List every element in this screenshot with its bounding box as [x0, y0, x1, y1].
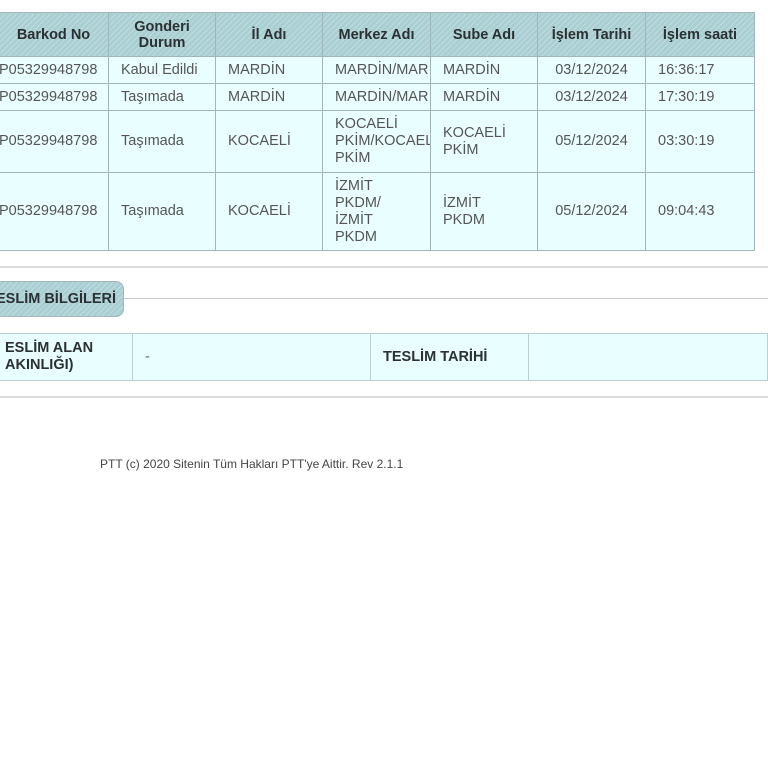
il-cell: KOCAELİ: [215, 172, 323, 251]
merkez-cell: MARDİN/MAR: [322, 83, 431, 111]
tarih-cell: 03/12/2024: [537, 83, 646, 111]
durum-cell: Taşımada: [108, 172, 216, 251]
tarih-cell: 05/12/2024: [537, 172, 646, 251]
tarih-cell: 03/12/2024: [537, 56, 646, 84]
table-row: P05329948798 Taşımada KOCAELİ KOCAELİ PK…: [0, 110, 755, 173]
table-row: P05329948798 Taşımada KOCAELİ İZMİT PKDM…: [0, 172, 755, 251]
delivery-info-table: ESLİM ALAN AKINLIĞI) - TESLİM TARİHİ: [0, 333, 768, 381]
saat-cell: 03:30:19: [645, 110, 755, 173]
header-islem-tarihi: İşlem Tarihi: [537, 12, 646, 57]
header-il-adi: İl Adı: [215, 12, 323, 57]
header-barkod: Barkod No: [0, 12, 109, 57]
barkod-cell: P05329948798: [0, 110, 109, 173]
table-header-row: Barkod No Gonderi Durum İl Adı Merkez Ad…: [0, 12, 755, 57]
header-islem-saati: İşlem saati: [645, 12, 755, 57]
il-cell: KOCAELİ: [215, 110, 323, 173]
barkod-cell: P05329948798: [0, 172, 109, 251]
il-cell: MARDİN: [215, 56, 323, 84]
divider: [0, 396, 768, 398]
barkod-cell: P05329948798: [0, 56, 109, 84]
footer-copyright: PTT (c) 2020 Sitenin Tüm Hakları PTT'ye …: [100, 457, 404, 471]
durum-cell: Taşımada: [108, 110, 216, 173]
header-merkez-adi: Merkez Adı: [322, 12, 431, 57]
merkez-cell: İZMİT PKDM/ İZMİT PKDM: [322, 172, 431, 251]
header-gonderi-durum: Gonderi Durum: [108, 12, 216, 57]
section-divider: [124, 298, 768, 299]
il-cell: MARDİN: [215, 83, 323, 111]
teslim-tarihi-value: [528, 333, 768, 381]
barkod-cell: P05329948798: [0, 83, 109, 111]
section-title-teslim-bilgileri: ESLİM BİLGİLERİ: [0, 281, 124, 317]
sube-cell: KOCAELİ PKİM: [430, 110, 538, 173]
durum-cell: Kabul Edildi: [108, 56, 216, 84]
teslim-tarihi-label: TESLİM TARİHİ: [370, 333, 529, 381]
table-row: P05329948798 Taşımada MARDİN MARDİN/MAR …: [0, 83, 755, 111]
divider: [0, 266, 768, 268]
tarih-cell: 05/12/2024: [537, 110, 646, 173]
sube-cell: İZMİT PKDM: [430, 172, 538, 251]
teslim-alan-value: -: [132, 333, 371, 381]
sube-cell: MARDİN: [430, 56, 538, 84]
saat-cell: 16:36:17: [645, 56, 755, 84]
delivery-row: ESLİM ALAN AKINLIĞI) - TESLİM TARİHİ: [0, 333, 768, 381]
saat-cell: 17:30:19: [645, 83, 755, 111]
sube-cell: MARDİN: [430, 83, 538, 111]
teslim-alan-label: ESLİM ALAN AKINLIĞI): [0, 333, 133, 381]
header-sube-adi: Sube Adı: [430, 12, 538, 57]
tracking-table: Barkod No Gonderi Durum İl Adı Merkez Ad…: [0, 12, 755, 251]
saat-cell: 09:04:43: [645, 172, 755, 251]
durum-cell: Taşımada: [108, 83, 216, 111]
merkez-cell: MARDİN/MAR: [322, 56, 431, 84]
table-row: P05329948798 Kabul Edildi MARDİN MARDİN/…: [0, 56, 755, 84]
merkez-cell: KOCAELİ PKİM/KOCAEL PKİM: [322, 110, 431, 173]
